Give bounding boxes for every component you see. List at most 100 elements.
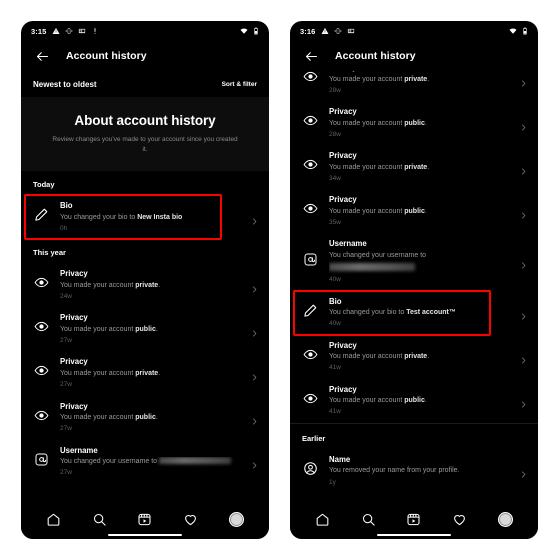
row-text: Privacy You made your account public. 35w xyxy=(329,195,509,227)
nav-search[interactable] xyxy=(357,508,379,530)
row-icon-wrap xyxy=(33,453,50,470)
nav-home[interactable] xyxy=(312,508,334,530)
nav-heart[interactable] xyxy=(449,508,471,530)
history-row[interactable]: Username You changed your username to 40w xyxy=(290,233,538,291)
warning-triangle-icon xyxy=(321,22,329,40)
row-title: Username xyxy=(329,239,367,249)
row-icon-wrap xyxy=(302,348,319,365)
row-icon-wrap xyxy=(302,462,319,479)
row-description: You changed your bio to New Insta bio xyxy=(60,213,183,221)
row-title: Privacy xyxy=(329,71,509,74)
history-row[interactable]: Privacy You made your account private. 34w xyxy=(290,145,538,190)
row-icon-wrap xyxy=(302,115,319,132)
eye-icon xyxy=(303,157,318,177)
row-description: You made your account private. xyxy=(60,281,161,289)
history-row[interactable]: PrivacyYou made your account private. 28w xyxy=(290,71,538,102)
row-timestamp: 27w xyxy=(60,381,72,389)
row-timestamp: 28w xyxy=(329,130,341,138)
back-arrow-icon[interactable] xyxy=(35,49,50,64)
row-text: Privacy You made your account private. 41w xyxy=(329,341,509,373)
avatar xyxy=(228,511,244,527)
section-heading: Earlier xyxy=(290,422,538,449)
history-row[interactable]: Privacy You made your account public. 35w xyxy=(290,189,538,234)
row-title: Privacy xyxy=(329,384,357,394)
section-heading: Today xyxy=(21,171,269,196)
history-row[interactable]: Privacy You made your account public. 28w xyxy=(290,101,538,146)
history-row[interactable]: Privacy You made your account private. 41w xyxy=(290,334,538,379)
row-icon-wrap xyxy=(302,392,319,409)
row-text: Username You changed your username to 27w xyxy=(60,446,240,478)
chevron-right-icon[interactable] xyxy=(250,413,259,425)
chevron-right-icon[interactable] xyxy=(519,257,528,269)
app-bar: Account history xyxy=(21,41,269,71)
row-description: You made your account public. xyxy=(329,207,427,215)
chevron-right-icon[interactable] xyxy=(519,308,528,320)
eye-icon xyxy=(303,113,318,133)
page-title: Account history xyxy=(335,50,416,62)
row-description: You changed your username to xyxy=(329,251,509,274)
chevron-right-icon[interactable] xyxy=(250,213,259,225)
redacted-username xyxy=(159,457,232,465)
nav-profile-avatar[interactable] xyxy=(225,508,247,530)
row-timestamp: 41w xyxy=(329,408,341,416)
chevron-right-icon[interactable] xyxy=(519,466,528,478)
row-icon-wrap xyxy=(302,159,319,176)
chevron-right-icon[interactable] xyxy=(519,396,528,408)
back-arrow-icon[interactable] xyxy=(304,49,319,64)
history-row[interactable]: Privacy You made your account public. 41w xyxy=(290,378,538,423)
row-icon-wrap xyxy=(33,277,50,294)
history-list[interactable]: PrivacyYou made your account private.28w… xyxy=(290,71,538,503)
chevron-right-icon[interactable] xyxy=(519,75,528,86)
chevron-right-icon[interactable] xyxy=(250,369,259,381)
history-row[interactable]: Bio You changed your bio to New Insta bio… xyxy=(21,195,269,240)
chevron-right-icon[interactable] xyxy=(250,457,259,469)
row-timestamp: 40w xyxy=(329,276,341,284)
chevron-right-icon[interactable] xyxy=(250,325,259,337)
nav-search[interactable] xyxy=(88,508,110,530)
row-text: Privacy You made your account private. 24w xyxy=(60,269,240,301)
eye-icon xyxy=(34,319,49,339)
history-row[interactable]: Privacy You made your account public. 27w xyxy=(21,307,269,352)
bottom-nav xyxy=(290,503,538,539)
chevron-right-icon[interactable] xyxy=(519,119,528,131)
sort-filter-button[interactable]: Sort & filter xyxy=(222,81,257,88)
row-icon-wrap xyxy=(302,203,319,220)
history-list[interactable]: About account history Review changes you'… xyxy=(21,97,269,503)
nav-profile-avatar[interactable] xyxy=(494,508,516,530)
history-row[interactable]: Privacy You made your account public. 27w xyxy=(21,395,269,440)
row-icon-wrap xyxy=(33,208,50,226)
row-icon-wrap xyxy=(302,304,319,321)
nav-reels[interactable] xyxy=(134,508,156,530)
eye-icon xyxy=(34,275,49,295)
chevron-right-icon[interactable] xyxy=(519,207,528,219)
sort-order-label[interactable]: Newest to oldest xyxy=(33,80,97,89)
eye-icon xyxy=(303,71,318,89)
chevron-right-icon[interactable] xyxy=(519,352,528,364)
history-row[interactable]: Name You removed your name from your prof… xyxy=(290,448,538,493)
nav-reels[interactable] xyxy=(403,508,425,530)
row-timestamp: 24w xyxy=(60,292,72,300)
history-row[interactable]: Privacy You made your account private. 24w xyxy=(21,263,269,308)
row-description: You made your account public. xyxy=(60,325,158,333)
row-text: Privacy You made your account public. 41w xyxy=(329,385,509,417)
nav-home[interactable] xyxy=(43,508,65,530)
status-time: 3:15 xyxy=(31,26,47,36)
history-row[interactable]: Username You changed your username to 27w xyxy=(21,439,269,484)
bottom-nav xyxy=(21,503,269,539)
row-title: Privacy xyxy=(329,151,357,161)
row-title: Bio xyxy=(60,201,73,211)
chevron-right-icon[interactable] xyxy=(250,281,259,293)
history-row[interactable]: Privacy You made your account private. 27w xyxy=(21,351,269,396)
nav-heart[interactable] xyxy=(180,508,202,530)
battery-icon xyxy=(252,22,260,40)
row-title: Privacy xyxy=(60,401,88,411)
section-rows: Bio You changed your bio to New Insta bio… xyxy=(21,195,269,240)
chevron-right-icon[interactable] xyxy=(519,163,528,175)
row-title: Privacy xyxy=(329,340,357,350)
row-text: PrivacyYou made your account private. 28w xyxy=(329,71,509,95)
row-timestamp: 27w xyxy=(60,425,72,433)
row-text: Bio You changed your bio to Test account™… xyxy=(329,297,509,329)
history-row[interactable]: Bio You changed your bio to Test account™… xyxy=(290,290,538,335)
row-title: Username xyxy=(60,445,98,455)
about-subtitle: Review changes you've made to your accou… xyxy=(52,136,238,154)
